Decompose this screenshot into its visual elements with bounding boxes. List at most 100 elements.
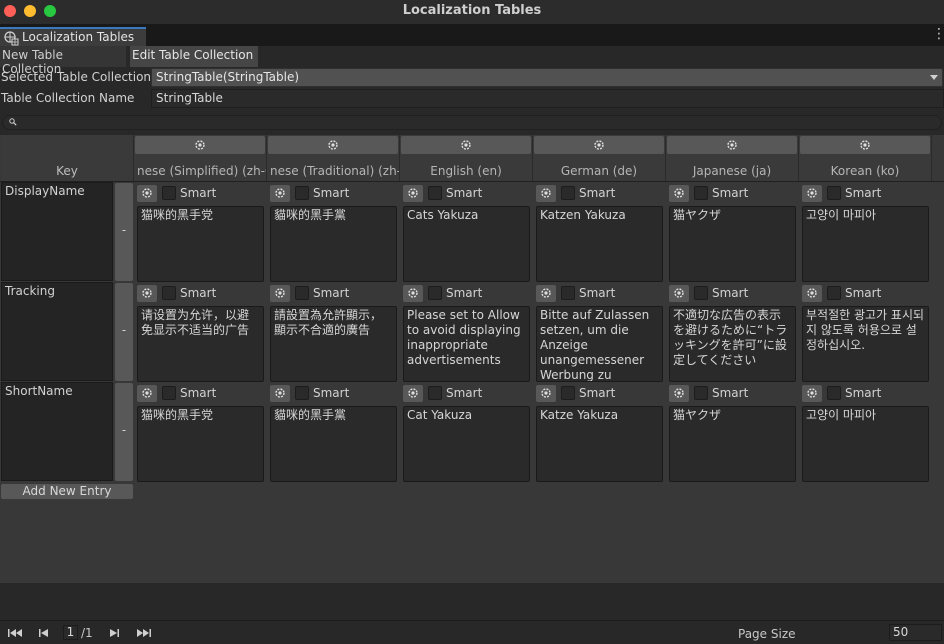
smart-checkbox[interactable] <box>295 386 309 400</box>
column-settings-button[interactable] <box>135 136 265 154</box>
smart-checkbox[interactable] <box>561 186 575 200</box>
locale-cell: Smart Katze Yakuza <box>533 382 666 482</box>
selected-table-collection-label: Selected Table Collection <box>1 70 152 84</box>
more-options-icon[interactable]: ⋮ <box>932 27 944 41</box>
entry-key-field[interactable]: Tracking <box>1 282 113 381</box>
gear-icon <box>807 288 817 298</box>
entry-settings-button[interactable] <box>137 285 157 302</box>
entry-settings-button[interactable] <box>669 285 689 302</box>
smart-checkbox[interactable] <box>428 386 442 400</box>
remove-entry-button[interactable]: - <box>115 183 133 281</box>
smart-checkbox[interactable] <box>162 286 176 300</box>
first-page-icon[interactable] <box>6 626 24 640</box>
locale-cell: Smart 請設置為允許顯示，顯示不合適的廣告 <box>267 282 400 382</box>
selected-table-collection-dropdown[interactable]: StringTable(StringTable) <box>151 68 943 87</box>
column-settings-button[interactable] <box>268 136 398 154</box>
search-input[interactable] <box>2 115 942 130</box>
smart-checkbox[interactable] <box>827 386 841 400</box>
pagination-bar: 1 /1 Page Size 50 <box>0 620 944 644</box>
add-new-entry-button[interactable]: Add New Entry <box>1 484 133 499</box>
tab-localization-tables[interactable]: Localization Tables <box>0 27 146 46</box>
entry-settings-button[interactable] <box>403 285 423 302</box>
page-size-field[interactable]: 50 <box>889 624 942 641</box>
table-collection-name-field[interactable]: StringTable <box>151 89 944 108</box>
smart-label: Smart <box>712 386 749 400</box>
translation-field[interactable]: Katzen Yakuza <box>536 206 663 282</box>
smart-checkbox[interactable] <box>295 286 309 300</box>
new-table-collection-button[interactable]: New Table Collection <box>0 46 126 76</box>
gear-icon <box>142 288 152 298</box>
smart-checkbox[interactable] <box>428 186 442 200</box>
edit-table-collection-button[interactable]: Edit Table Collection <box>130 46 258 67</box>
entry-settings-button[interactable] <box>802 285 822 302</box>
gear-icon <box>674 288 684 298</box>
smart-label: Smart <box>180 286 217 300</box>
entry-settings-button[interactable] <box>669 385 689 402</box>
entry-settings-button[interactable] <box>536 285 556 302</box>
column-header-ko: Korean (ko) <box>799 135 932 181</box>
entry-settings-button[interactable] <box>270 385 290 402</box>
smart-checkbox[interactable] <box>162 386 176 400</box>
column-name: English (en) <box>430 164 502 178</box>
smart-checkbox[interactable] <box>694 286 708 300</box>
translation-field[interactable]: 不適切な広告の表示を避けるために“トラッキングを許可”に設定してください <box>669 306 796 382</box>
remove-entry-button[interactable]: - <box>115 283 133 381</box>
entry-settings-button[interactable] <box>802 185 822 202</box>
locale-cell: Smart 请设置为允许，以避免显示不适当的广告 <box>134 282 267 382</box>
previous-page-icon[interactable] <box>35 626 53 640</box>
gear-icon <box>275 188 285 198</box>
translation-field[interactable]: 猫咪的黑手党 <box>137 406 264 482</box>
smart-checkbox[interactable] <box>694 186 708 200</box>
column-header-zh-tw: nese (Traditional) (zh- <box>267 135 400 181</box>
smart-checkbox[interactable] <box>694 386 708 400</box>
translation-field[interactable]: Katze Yakuza <box>536 406 663 482</box>
entry-settings-button[interactable] <box>802 385 822 402</box>
entry-key-field[interactable]: DisplayName <box>1 182 113 281</box>
remove-label: - <box>121 423 127 437</box>
translation-field[interactable]: Please set to Allow to avoid displaying … <box>403 306 530 382</box>
smart-checkbox[interactable] <box>827 186 841 200</box>
last-page-icon[interactable] <box>135 626 153 640</box>
translation-field[interactable]: 請設置為允許顯示，顯示不合適的廣告 <box>270 306 397 382</box>
smart-checkbox[interactable] <box>428 286 442 300</box>
smart-checkbox[interactable] <box>162 186 176 200</box>
entry-settings-button[interactable] <box>403 385 423 402</box>
translation-field[interactable]: 貓咪的黑手黨 <box>270 206 397 282</box>
smart-checkbox[interactable] <box>295 186 309 200</box>
column-settings-button[interactable] <box>667 136 797 154</box>
translation-field[interactable]: 貓咪的黑手黨 <box>270 406 397 482</box>
translation-field[interactable]: Cats Yakuza <box>403 206 530 282</box>
gear-icon <box>541 188 551 198</box>
gear-icon <box>541 288 551 298</box>
gear-icon <box>408 288 418 298</box>
entry-settings-button[interactable] <box>403 185 423 202</box>
translation-field[interactable]: 请设置为允许，以避免显示不适当的广告 <box>137 306 264 382</box>
entry-settings-button[interactable] <box>270 185 290 202</box>
editor-tab-strip: Localization Tables ⋮ <box>0 24 944 46</box>
entry-settings-button[interactable] <box>536 185 556 202</box>
entry-settings-button[interactable] <box>669 185 689 202</box>
translation-field[interactable]: 猫ヤクザ <box>669 206 796 282</box>
smart-checkbox[interactable] <box>561 286 575 300</box>
translation-field[interactable]: 猫ヤクザ <box>669 406 796 482</box>
entry-key-field[interactable]: ShortName <box>1 382 113 481</box>
gear-icon <box>807 388 817 398</box>
current-page-field[interactable]: 1 <box>63 625 78 640</box>
translation-field[interactable]: 부적절한 광고가 표시되지 않도록 허용으로 설정하십시오. <box>802 306 929 382</box>
translation-field[interactable]: 고양이 마피아 <box>802 206 929 282</box>
translation-field[interactable]: Cat Yakuza <box>403 406 530 482</box>
entry-settings-button[interactable] <box>137 385 157 402</box>
smart-checkbox[interactable] <box>827 286 841 300</box>
smart-checkbox[interactable] <box>561 386 575 400</box>
translation-field[interactable]: 고양이 마피아 <box>802 406 929 482</box>
translation-field[interactable]: Bitte auf Zulassen setzen, um die Anzeig… <box>536 306 663 382</box>
entry-settings-button[interactable] <box>536 385 556 402</box>
entry-settings-button[interactable] <box>137 185 157 202</box>
column-settings-button[interactable] <box>800 136 930 154</box>
next-page-icon[interactable] <box>105 626 123 640</box>
entry-settings-button[interactable] <box>270 285 290 302</box>
translation-field[interactable]: 猫咪的黑手党 <box>137 206 264 282</box>
remove-entry-button[interactable]: - <box>115 383 133 481</box>
column-settings-button[interactable] <box>534 136 664 154</box>
column-settings-button[interactable] <box>401 136 531 154</box>
